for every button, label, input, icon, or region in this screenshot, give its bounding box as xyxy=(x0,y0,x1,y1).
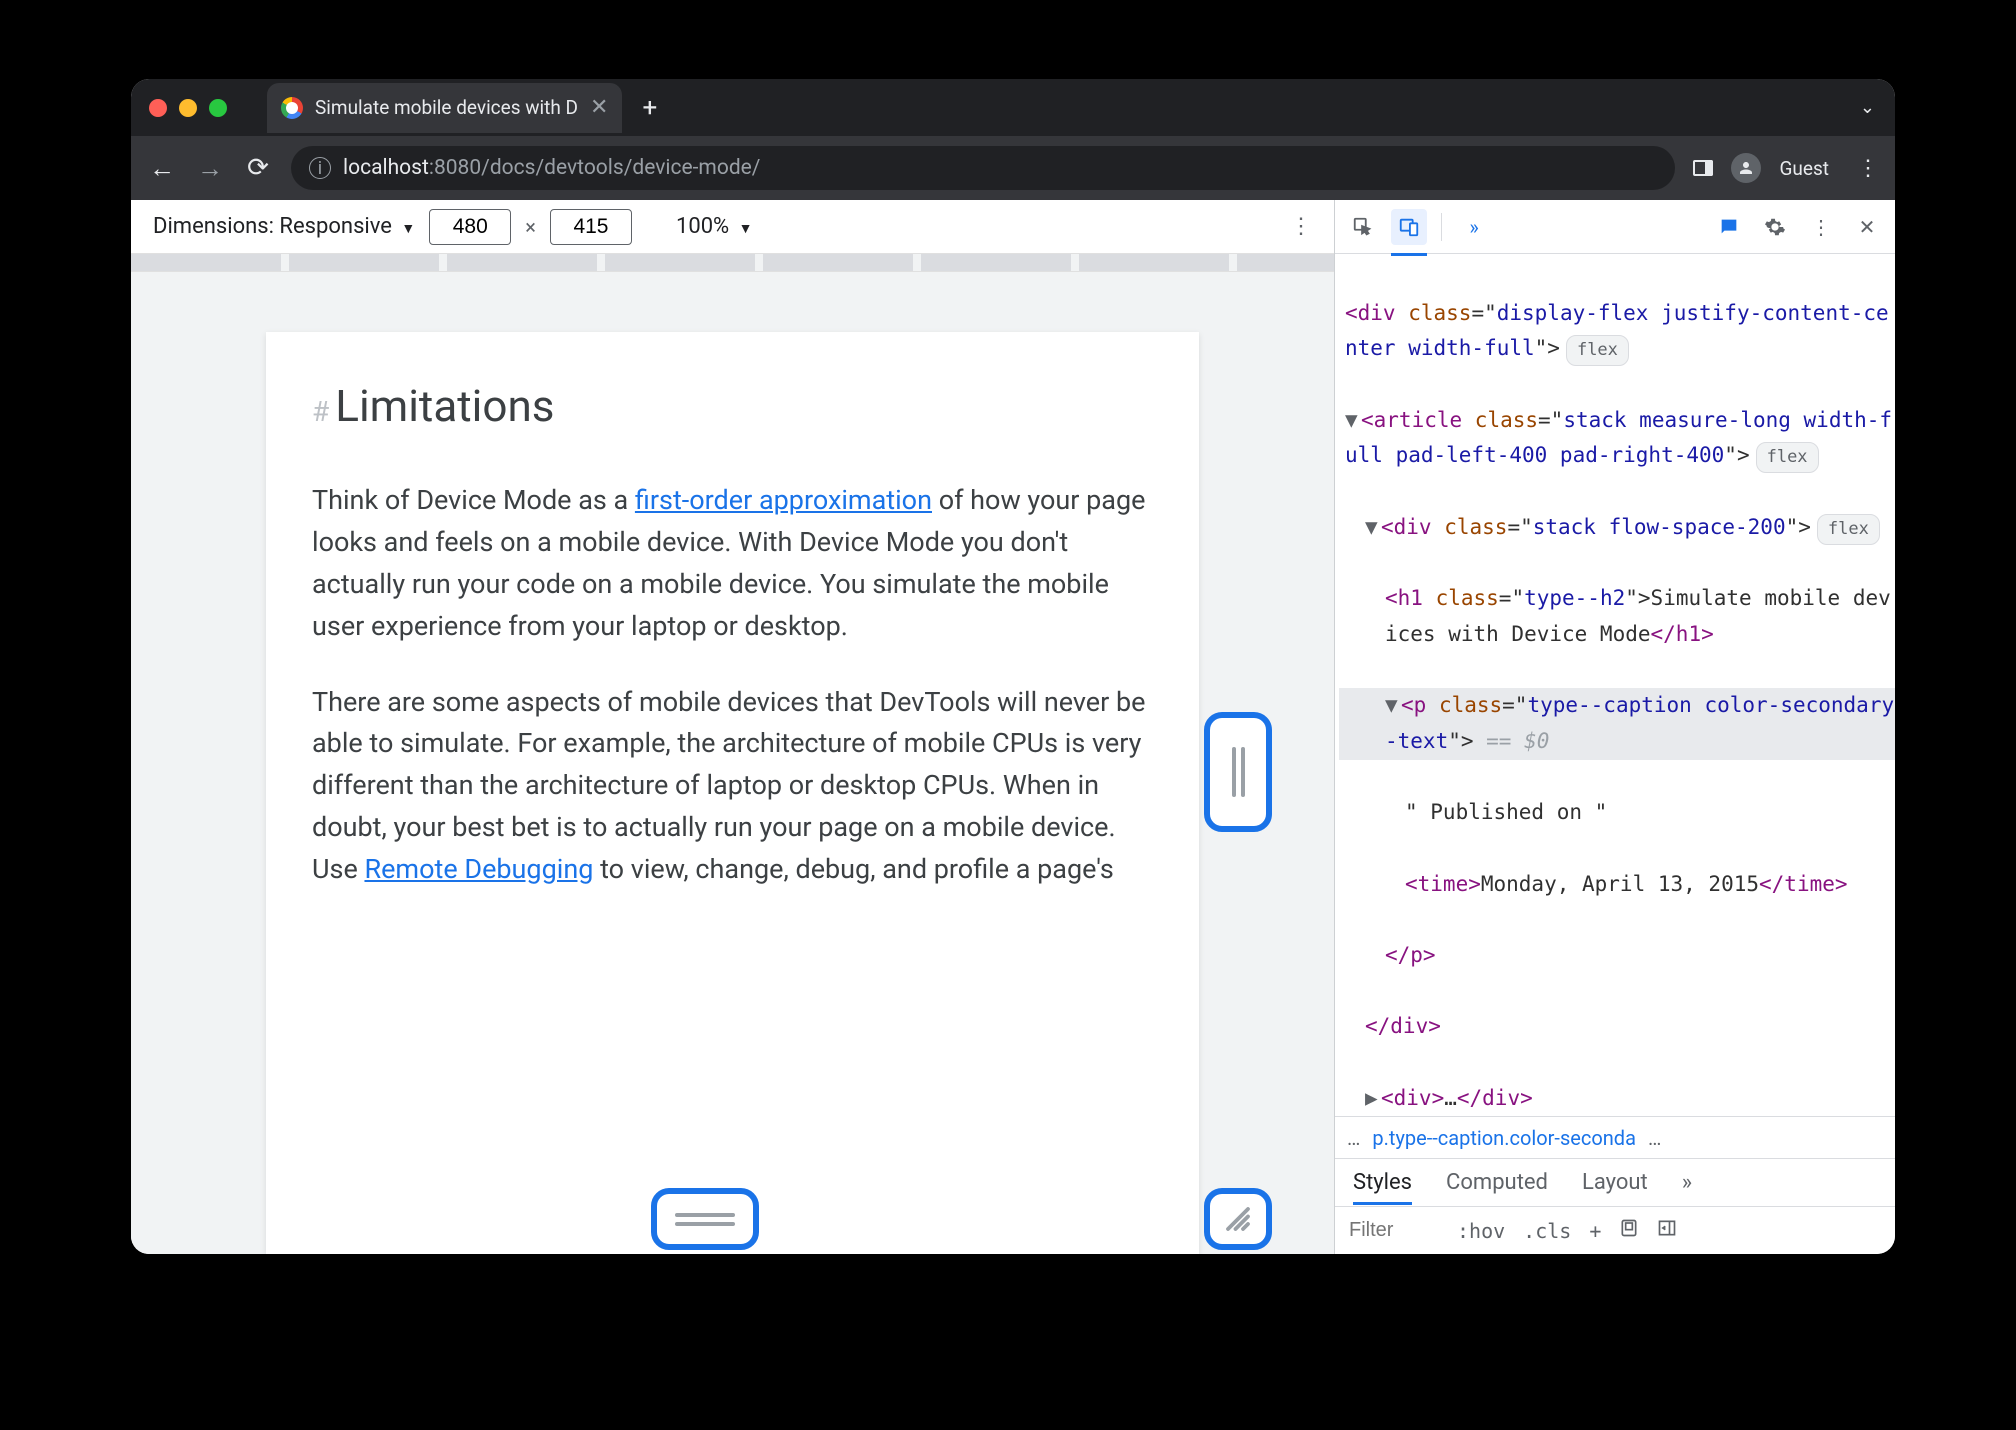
tab-styles[interactable]: Styles xyxy=(1353,1170,1412,1195)
new-tab-button[interactable]: + xyxy=(642,93,657,123)
styles-tabs: Styles Computed Layout » xyxy=(1335,1158,1895,1206)
settings-icon[interactable] xyxy=(1757,209,1793,245)
tab-computed[interactable]: Computed xyxy=(1446,1170,1548,1195)
tab-title: Simulate mobile devices with D xyxy=(315,96,578,119)
address-bar: ← → ⟳ i localhost:8080/docs/devtools/dev… xyxy=(131,136,1895,200)
height-input[interactable] xyxy=(550,209,632,245)
devtools-panel: » ⋮ ✕ <div class="display-flex justify-c… xyxy=(1335,200,1895,1254)
crumb-more-left[interactable]: … xyxy=(1347,1126,1360,1150)
resize-handle-bottom[interactable] xyxy=(651,1188,759,1250)
devtools-toolbar: » ⋮ ✕ xyxy=(1335,200,1895,254)
hov-toggle[interactable]: :hov xyxy=(1457,1219,1505,1243)
device-styles-icon[interactable] xyxy=(1619,1218,1639,1243)
more-tabs-icon[interactable]: » xyxy=(1682,1170,1692,1195)
url-text: localhost:8080/docs/devtools/device-mode… xyxy=(343,156,760,180)
maximize-window-button[interactable] xyxy=(209,99,227,117)
styles-filter-input[interactable] xyxy=(1349,1219,1439,1242)
omnibox[interactable]: i localhost:8080/docs/devtools/device-mo… xyxy=(291,146,1675,190)
inspect-icon[interactable] xyxy=(1345,209,1381,245)
profile-avatar-icon[interactable] xyxy=(1731,153,1761,183)
device-toolbar: Dimensions: Responsive ▼ × 100% ▼ ⋮ xyxy=(131,200,1334,254)
devtools-menu-icon[interactable]: ⋮ xyxy=(1803,209,1839,245)
feedback-icon[interactable] xyxy=(1711,209,1747,245)
minimize-window-button[interactable] xyxy=(179,99,197,117)
device-mode-pane: Dimensions: Responsive ▼ × 100% ▼ ⋮ #Lim… xyxy=(131,200,1335,1254)
multiply-label: × xyxy=(525,215,536,239)
zoom-dropdown[interactable]: 100% ▼ xyxy=(676,214,753,239)
ruler[interactable] xyxy=(131,254,1334,272)
styles-toolbar: :hov .cls + xyxy=(1335,1206,1895,1254)
more-tabs-icon[interactable]: » xyxy=(1456,209,1492,245)
reload-button[interactable]: ⟳ xyxy=(243,153,273,183)
remote-debugging-link[interactable]: Remote Debugging xyxy=(364,853,593,885)
browser-menu-icon[interactable]: ⋮ xyxy=(1857,156,1879,181)
browser-window: Simulate mobile devices with D ✕ + ⌄ ← →… xyxy=(131,79,1895,1254)
profile-label[interactable]: Guest xyxy=(1779,157,1829,180)
toggle-sidebar-icon[interactable] xyxy=(1657,1218,1677,1243)
width-input[interactable] xyxy=(429,209,511,245)
back-button[interactable]: ← xyxy=(147,153,177,184)
forward-button[interactable]: → xyxy=(195,153,225,184)
device-toggle-icon[interactable] xyxy=(1391,209,1427,245)
browser-tab[interactable]: Simulate mobile devices with D ✕ xyxy=(267,83,622,133)
page-heading: #Limitations xyxy=(312,372,1153,440)
tabs-menu-icon[interactable]: ⌄ xyxy=(1860,97,1875,118)
tab-layout[interactable]: Layout xyxy=(1582,1170,1648,1195)
crumb-more-right[interactable]: … xyxy=(1648,1126,1661,1150)
elements-tree[interactable]: <div class="display-flex justify-content… xyxy=(1335,254,1895,1116)
dimensions-dropdown[interactable]: Dimensions: Responsive ▼ xyxy=(153,214,415,239)
site-info-icon[interactable]: i xyxy=(309,157,331,179)
separator xyxy=(1441,213,1442,241)
new-rule-icon[interactable]: + xyxy=(1589,1219,1601,1243)
chrome-favicon-icon xyxy=(281,97,303,119)
first-order-link[interactable]: first-order approximation xyxy=(635,484,932,516)
simulated-viewport: #Limitations Think of Device Mode as a f… xyxy=(131,272,1334,1254)
close-devtools-icon[interactable]: ✕ xyxy=(1849,209,1885,245)
close-tab-icon[interactable]: ✕ xyxy=(590,95,608,120)
content-area: Dimensions: Responsive ▼ × 100% ▼ ⋮ #Lim… xyxy=(131,200,1895,1254)
paragraph: Think of Device Mode as a first-order ap… xyxy=(312,480,1153,647)
page-content: #Limitations Think of Device Mode as a f… xyxy=(266,332,1199,1254)
close-window-button[interactable] xyxy=(149,99,167,117)
side-panel-icon[interactable] xyxy=(1693,160,1713,176)
crumb-selected[interactable]: p.type--caption.color-seconda xyxy=(1372,1126,1636,1150)
resize-handle-right[interactable] xyxy=(1204,712,1272,832)
cls-toggle[interactable]: .cls xyxy=(1523,1219,1571,1243)
breadcrumbs[interactable]: … p.type--caption.color-seconda … xyxy=(1335,1116,1895,1158)
resize-handle-corner[interactable] xyxy=(1204,1188,1272,1250)
paragraph: There are some aspects of mobile devices… xyxy=(312,682,1153,891)
device-toolbar-menu-icon[interactable]: ⋮ xyxy=(1290,214,1312,239)
titlebar: Simulate mobile devices with D ✕ + ⌄ xyxy=(131,79,1895,136)
window-controls xyxy=(149,99,227,117)
